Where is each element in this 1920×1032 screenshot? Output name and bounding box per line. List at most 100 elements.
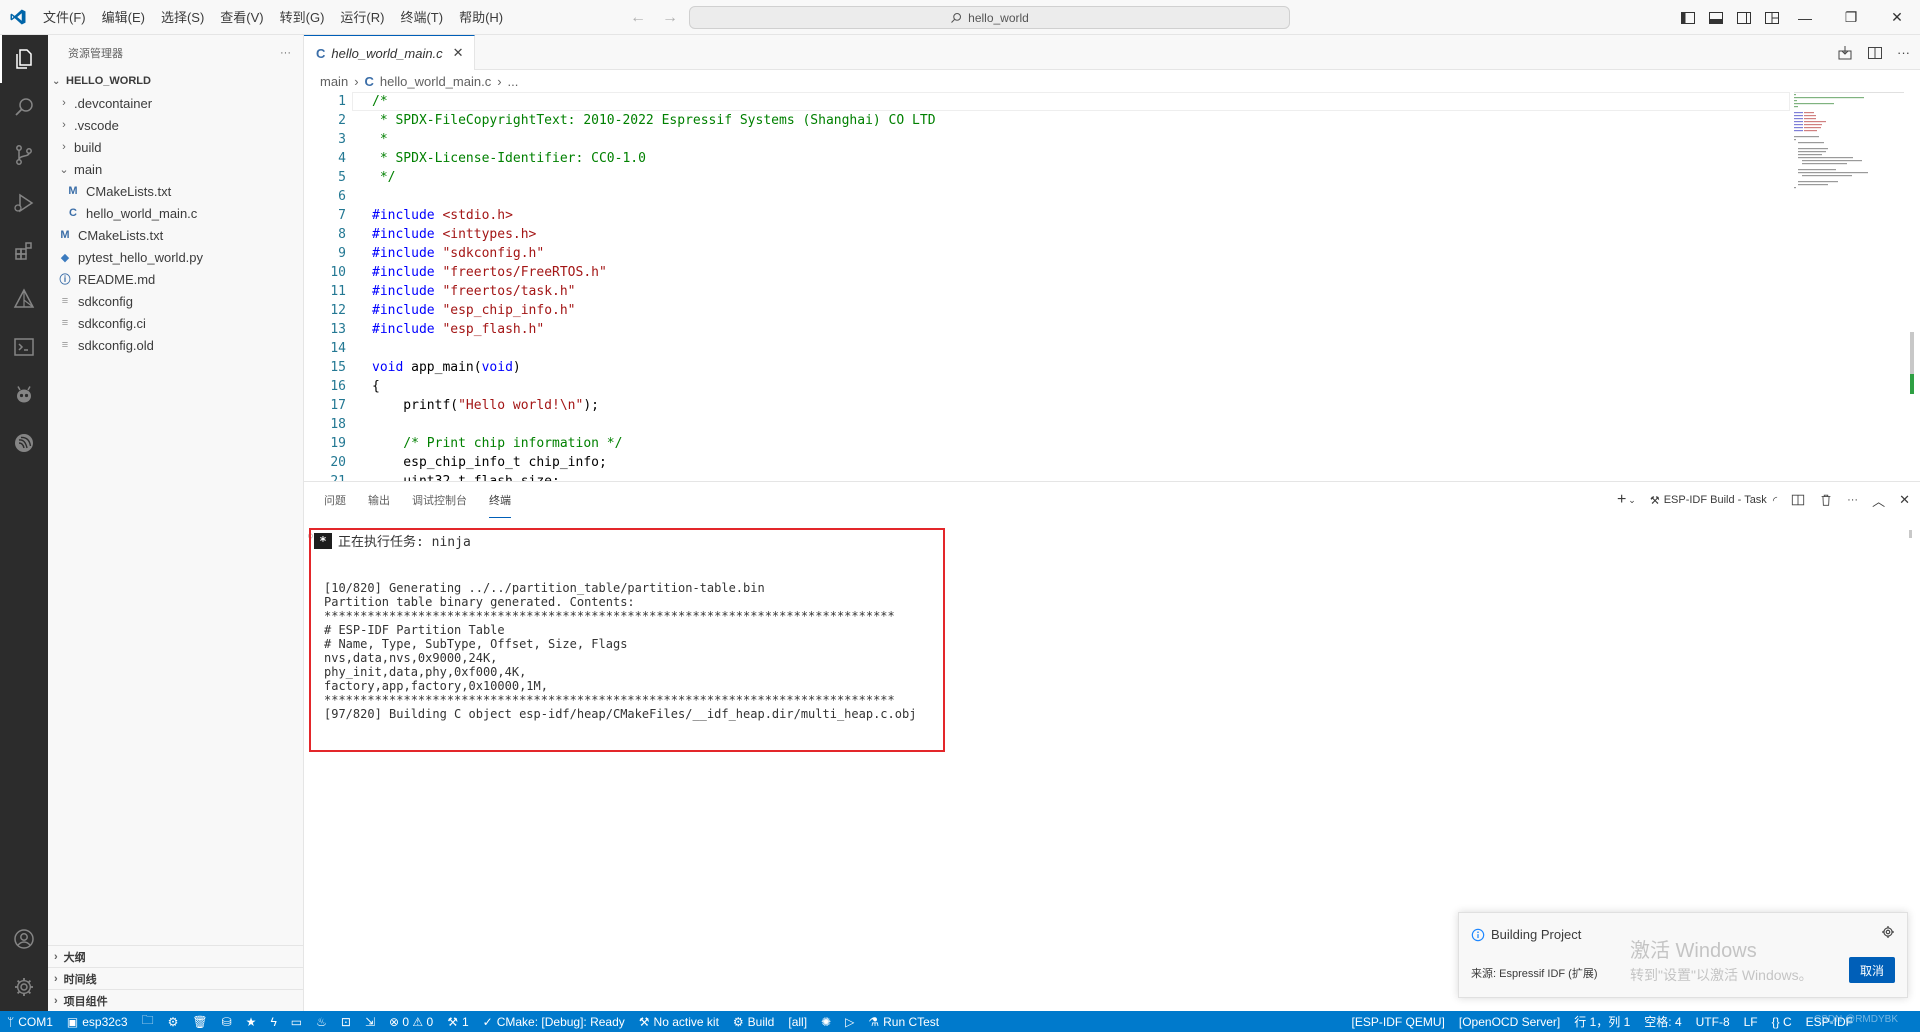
sidebar-section[interactable]: › 时间线 bbox=[48, 967, 303, 989]
espressif-icon[interactable] bbox=[0, 419, 48, 467]
minimize-icon[interactable]: — bbox=[1782, 0, 1828, 35]
tree-item[interactable]: Chello_world_main.c bbox=[48, 202, 303, 224]
tree-item[interactable]: ⓘ README.md bbox=[48, 268, 303, 290]
status-item[interactable]: ⇲ bbox=[358, 1011, 382, 1032]
menu-item[interactable]: 帮助(H) bbox=[451, 0, 511, 35]
status-item[interactable]: ⚒ 1 bbox=[440, 1011, 475, 1032]
status-item[interactable]: ▷ bbox=[838, 1011, 861, 1032]
manage-gear-icon[interactable] bbox=[0, 963, 48, 1011]
code-line[interactable]: 2 * SPDX-FileCopyrightText: 2010-2022 Es… bbox=[304, 111, 1794, 130]
explorer-icon[interactable] bbox=[0, 35, 48, 83]
code-line[interactable]: 15 void app_main(void) bbox=[304, 358, 1794, 377]
code-line[interactable]: 11 #include "freertos/task.h" bbox=[304, 282, 1794, 301]
kill-terminal-trash-icon[interactable] bbox=[1819, 493, 1833, 507]
sidebar-section[interactable]: › 项目组件 bbox=[48, 989, 303, 1011]
tab-debug-console[interactable]: 调试控制台 bbox=[412, 482, 467, 518]
status-item[interactable]: ϟ bbox=[263, 1011, 283, 1032]
workspace-root[interactable]: ⌄ HELLO_WORLD bbox=[48, 70, 303, 92]
status-item[interactable]: 行 1，列 1 bbox=[1567, 1011, 1637, 1032]
close-panel-icon[interactable]: ✕ bbox=[1899, 492, 1910, 508]
split-editor-icon[interactable] bbox=[1867, 45, 1883, 61]
menu-item[interactable]: 选择(S) bbox=[153, 0, 212, 35]
code-line[interactable]: 21 uint32_t flash_size; bbox=[304, 472, 1794, 481]
close-window-icon[interactable]: ✕ bbox=[1874, 0, 1920, 35]
back-arrow-icon[interactable]: ← bbox=[630, 9, 646, 27]
remote-terminal-icon[interactable] bbox=[0, 323, 48, 371]
menu-item[interactable]: 查看(V) bbox=[212, 0, 271, 35]
command-center-search[interactable]: hello_world bbox=[689, 6, 1290, 29]
tree-item[interactable]: › .vscode bbox=[48, 114, 303, 136]
code-line[interactable]: 17 printf("Hello world!\n"); bbox=[304, 396, 1794, 415]
esp-flash-action-icon[interactable] bbox=[1837, 45, 1853, 61]
menu-item[interactable]: 终端(T) bbox=[392, 0, 451, 35]
code-line[interactable]: 8 #include <inttypes.h> bbox=[304, 225, 1794, 244]
code-editor[interactable]: 1 /* 2 * SPDX-FileCopyrightText: 2010-2022… bbox=[304, 92, 1794, 481]
code-line[interactable]: 13 #include "esp_flash.h" bbox=[304, 320, 1794, 339]
toggle-panel-icon[interactable] bbox=[1708, 10, 1724, 26]
maximize-panel-icon[interactable]: ︿ bbox=[1872, 491, 1885, 510]
notification-settings-gear-icon[interactable] bbox=[1881, 925, 1895, 942]
tab-output[interactable]: 输出 bbox=[368, 482, 390, 518]
breadcrumb-file[interactable]: hello_world_main.c bbox=[380, 74, 491, 89]
code-line[interactable]: 7 #include <stdio.h> bbox=[304, 206, 1794, 225]
status-item[interactable]: ✺ bbox=[814, 1011, 838, 1032]
tree-item[interactable]: › build bbox=[48, 136, 303, 158]
close-tab-icon[interactable]: ✕ bbox=[453, 45, 464, 61]
status-item[interactable]: LF bbox=[1737, 1011, 1765, 1032]
code-line[interactable]: 18 bbox=[304, 415, 1794, 434]
code-line[interactable]: 5 */ bbox=[304, 168, 1794, 187]
code-line[interactable]: 6 bbox=[304, 187, 1794, 206]
status-item[interactable]: ⚙ bbox=[161, 1011, 186, 1032]
task-label[interactable]: ESP-IDF Build - Task bbox=[1664, 494, 1767, 506]
tree-item[interactable]: ⌄ main bbox=[48, 158, 303, 180]
status-item[interactable]: ♨ bbox=[309, 1011, 334, 1032]
extensions-icon[interactable] bbox=[0, 227, 48, 275]
code-line[interactable]: 4 * SPDX-License-Identifier: CC0-1.0 bbox=[304, 149, 1794, 168]
status-item[interactable]: ⛁ bbox=[215, 1011, 239, 1032]
menu-item[interactable]: 运行(R) bbox=[332, 0, 392, 35]
terminal-scrollbar[interactable] bbox=[1909, 530, 1912, 538]
code-line[interactable]: 9 #include "sdkconfig.h" bbox=[304, 244, 1794, 263]
tree-item[interactable]: › .devcontainer bbox=[48, 92, 303, 114]
split-terminal-icon[interactable] bbox=[1791, 493, 1805, 507]
code-line[interactable]: 14 bbox=[304, 339, 1794, 358]
tree-item[interactable]: ≡ sdkconfig.old bbox=[48, 334, 303, 356]
tree-item[interactable]: ◆ pytest_hello_world.py bbox=[48, 246, 303, 268]
status-item[interactable]: ▣ esp32c3 bbox=[60, 1011, 135, 1032]
cancel-button[interactable]: 取消 bbox=[1849, 957, 1895, 983]
toggle-secondary-sidebar-icon[interactable] bbox=[1736, 10, 1752, 26]
chevron-down-icon[interactable]: ⌄ bbox=[1628, 495, 1636, 506]
status-item[interactable]: 🗀 bbox=[135, 1011, 161, 1032]
status-item[interactable]: UTF-8 bbox=[1689, 1011, 1737, 1032]
tree-item[interactable]: M CMakeLists.txt bbox=[48, 224, 303, 246]
cmake-icon[interactable] bbox=[0, 275, 48, 323]
status-item[interactable]: ✓ CMake: [Debug]: Ready bbox=[476, 1011, 632, 1032]
code-line[interactable]: 20 esp_chip_info_t chip_info; bbox=[304, 453, 1794, 472]
status-item[interactable]: ⚙ Build bbox=[726, 1011, 781, 1032]
more-actions-icon[interactable]: ··· bbox=[1897, 45, 1910, 60]
status-item[interactable]: [all] bbox=[781, 1011, 814, 1032]
search-icon[interactable] bbox=[0, 83, 48, 131]
toggle-primary-sidebar-icon[interactable] bbox=[1680, 10, 1696, 26]
more-actions-icon[interactable]: ··· bbox=[280, 47, 291, 59]
status-item[interactable]: [OpenOCD Server] bbox=[1452, 1011, 1567, 1032]
status-item[interactable]: ⊗ 0 ⚠ 0 bbox=[382, 1011, 440, 1032]
status-item[interactable]: ᛘ COM1 bbox=[0, 1011, 60, 1032]
code-line[interactable]: 3 * bbox=[304, 130, 1794, 149]
code-line[interactable]: 19 /* Print chip information */ bbox=[304, 434, 1794, 453]
status-item[interactable]: ★ bbox=[239, 1011, 264, 1032]
menu-item[interactable]: 文件(F) bbox=[35, 0, 94, 35]
breadcrumb-symbol[interactable]: ... bbox=[508, 74, 519, 89]
code-line[interactable]: 16 { bbox=[304, 377, 1794, 396]
menu-item[interactable]: 编辑(E) bbox=[94, 0, 153, 35]
code-line[interactable]: 12 #include "esp_chip_info.h" bbox=[304, 301, 1794, 320]
status-item[interactable]: 空格: 4 bbox=[1637, 1011, 1688, 1032]
status-item[interactable]: ⚗ Run CTest bbox=[861, 1011, 946, 1032]
tree-item[interactable]: ≡ sdkconfig.ci bbox=[48, 312, 303, 334]
sidebar-section[interactable]: › 大纲 bbox=[48, 945, 303, 967]
status-item[interactable]: [ESP-IDF QEMU] bbox=[1345, 1011, 1452, 1032]
status-item[interactable]: ▭ bbox=[284, 1011, 309, 1032]
source-control-icon[interactable] bbox=[0, 131, 48, 179]
code-line[interactable]: 10 #include "freertos/FreeRTOS.h" bbox=[304, 263, 1794, 282]
run-debug-icon[interactable] bbox=[0, 179, 48, 227]
